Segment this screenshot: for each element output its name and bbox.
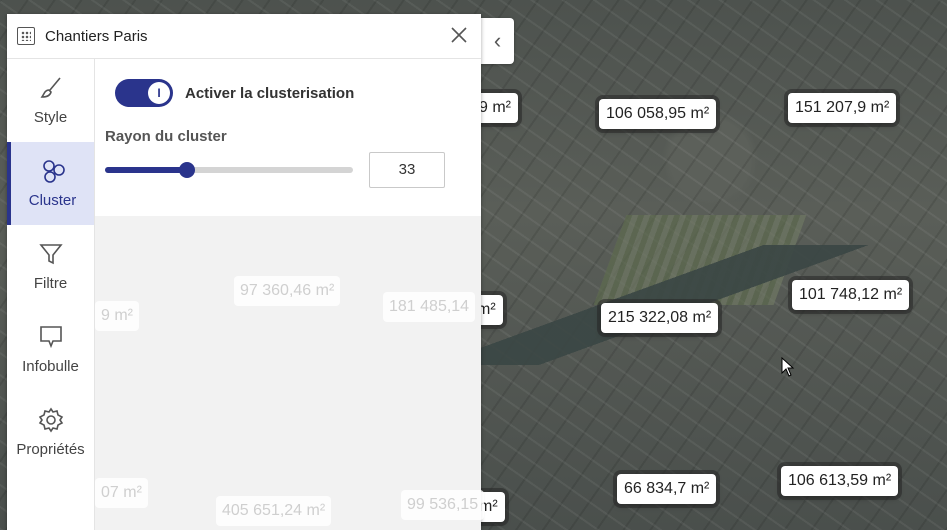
- sidebar-item-infobulle[interactable]: Infobulle: [7, 308, 94, 391]
- clusterisation-toggle-row: I Activer la clusterisation: [115, 79, 354, 107]
- chevron-left-icon: ‹: [493, 28, 502, 53]
- speech-bubble-icon: [39, 326, 62, 349]
- close-icon: [451, 26, 467, 43]
- collapse-panel-button[interactable]: ‹: [481, 18, 514, 64]
- map-cluster-label[interactable]: 101 748,12 m²: [792, 280, 910, 310]
- map-cluster-label[interactable]: 151 207,9 m²: [788, 93, 897, 123]
- sidebar-item-label: Style: [33, 109, 68, 126]
- clusterisation-toggle[interactable]: I: [115, 79, 173, 107]
- ghost-cluster-label: 97 360,46 m²: [234, 276, 341, 306]
- panel-title: Chantiers Paris: [45, 27, 148, 45]
- ghost-cluster-label: 181 485,14: [383, 292, 476, 322]
- close-button[interactable]: [447, 26, 471, 47]
- gear-icon: [38, 407, 63, 433]
- layer-settings-panel: Chantiers Paris Style Cluster Filtre Inf…: [7, 14, 485, 530]
- sidebar-item-label: Filtre: [33, 275, 68, 292]
- slider-fill: [105, 167, 187, 173]
- toggle-label: Activer la clusterisation: [185, 84, 355, 102]
- map-cluster-label[interactable]: 215 322,08 m²: [601, 303, 719, 333]
- ghost-cluster-label: 405 651,24 m²: [216, 496, 332, 526]
- panel-map-preview: 97 360,46 m² 181 485,14 9 m² 07 m² 405 6…: [95, 216, 485, 530]
- mouse-cursor-icon: [781, 357, 795, 377]
- layer-icon: [17, 27, 35, 45]
- ghost-cluster-label: 99 536,15: [401, 490, 485, 520]
- sidebar-item-label: Cluster: [28, 192, 77, 209]
- ghost-cluster-label: 07 m²: [95, 478, 148, 508]
- map-cluster-label[interactable]: 66 834,7 m²: [617, 474, 717, 504]
- map-cluster-label[interactable]: 106 058,95 m²: [599, 99, 717, 129]
- panel-header: Chantiers Paris: [7, 14, 481, 59]
- sidebar-item-style[interactable]: Style: [7, 59, 94, 142]
- sidebar-item-label: Propriétés: [16, 441, 85, 458]
- radius-label: Rayon du cluster: [105, 128, 227, 145]
- panel-sidebar: Style Cluster Filtre Infobulle Propriété…: [7, 59, 95, 530]
- brush-icon: [40, 77, 61, 98]
- map-cluster-label[interactable]: 106 613,59 m²: [781, 466, 899, 496]
- sidebar-item-label: Infobulle: [22, 358, 79, 375]
- sidebar-item-filtre[interactable]: Filtre: [7, 225, 94, 308]
- cluster-settings: I Activer la clusterisation Rayon du clu…: [95, 59, 481, 216]
- toggle-knob: I: [148, 82, 170, 104]
- sidebar-item-proprietes[interactable]: Propriétés: [7, 391, 94, 474]
- cluster-icon: [42, 160, 65, 183]
- radius-slider[interactable]: [105, 162, 353, 178]
- ghost-cluster-label: 9 m²: [95, 301, 139, 331]
- sidebar-item-cluster[interactable]: Cluster: [7, 142, 94, 225]
- slider-thumb[interactable]: [178, 162, 195, 178]
- funnel-icon: [38, 244, 63, 265]
- radius-input[interactable]: 33: [369, 152, 445, 188]
